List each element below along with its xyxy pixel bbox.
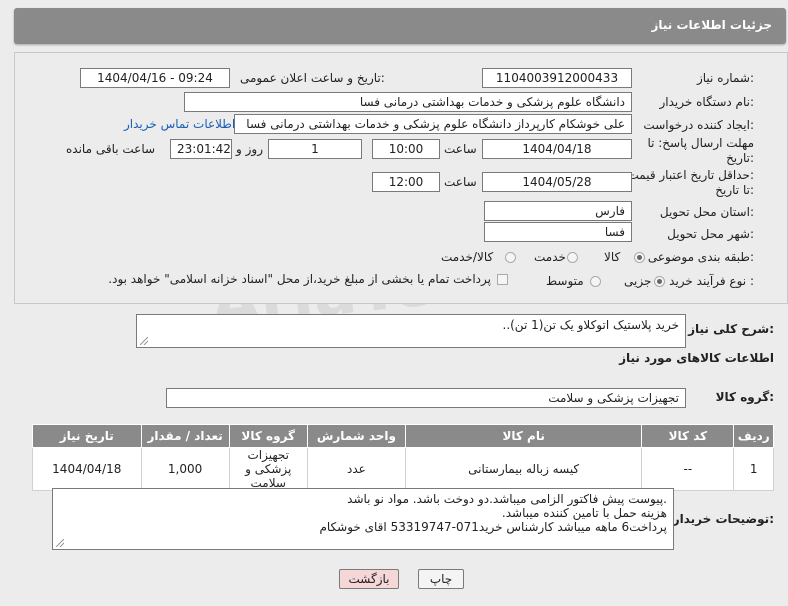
category-radio-goods[interactable] <box>634 252 645 263</box>
purchase-option-medium: متوسط <box>546 274 584 288</box>
goods-group-field: تجهیزات پزشکی و سلامت <box>166 388 686 408</box>
category-option-goods: کالا <box>604 250 621 264</box>
deadline-label: مهلت ارسال پاسخ: تا <box>647 136 754 150</box>
buyer-note-line: .پیوست پیش فاکتور الزامی میباشد.دو دوخت … <box>347 492 667 506</box>
col-row-header: ردیف <box>733 424 774 448</box>
table-row[interactable]: 1 -- کیسه زباله بیمارستانی عدد تجهیزات پ… <box>32 447 774 491</box>
category-radio-goods-service[interactable] <box>505 252 516 263</box>
validity-date-field: 1404/05/28 <box>482 172 632 192</box>
resize-grip-icon[interactable] <box>56 539 64 547</box>
city-field: فسا <box>484 222 632 242</box>
deadline-time-label: ساعت <box>444 142 477 156</box>
back-button[interactable]: بازگشت <box>339 569 399 589</box>
validity-time-field: 12:00 <box>372 172 440 192</box>
goods-group-label: گروه کالا: <box>715 390 774 404</box>
category-option-goods-service: کالا/خدمت <box>441 250 494 264</box>
province-field: فارس <box>484 201 632 221</box>
cell-qty: 1,000 <box>140 447 230 491</box>
cell-name: کیسه زباله بیمارستانی <box>405 447 643 491</box>
purchase-radio-medium[interactable] <box>590 276 601 287</box>
treasury-checkbox[interactable] <box>497 274 508 285</box>
validity-time-label: ساعت <box>444 175 477 189</box>
remaining-time-field: 23:01:42 <box>170 139 232 159</box>
requester-label: ایجاد کننده درخواست: <box>643 118 754 132</box>
requester-field: علی خوشکام کارپرداز دانشگاه علوم پزشکی و… <box>234 114 632 134</box>
purchase-radio-minor[interactable] <box>654 276 665 287</box>
buyer-note-line: پرداخت6 ماهه میباشد کارشناس خرید071-5331… <box>319 520 667 534</box>
buyer-note-line: هزینه حمل با تامین کننده میباشد. <box>501 506 667 520</box>
category-radio-service[interactable] <box>567 252 578 263</box>
deadline-label-2: تاریخ: <box>726 151 754 165</box>
description-label: شرح کلی نیاز: <box>688 322 774 336</box>
purchase-type-label: نوع فرآیند خرید : <box>669 274 754 288</box>
col-qty-header: تعداد / مقدار <box>140 424 230 448</box>
treasury-payment-note: پرداخت تمام یا بخشی از مبلغ خرید،از محل … <box>108 272 491 286</box>
cell-date: 1404/04/18 <box>32 447 142 491</box>
announce-date-label: تاریخ و ساعت اعلان عمومی: <box>240 71 385 85</box>
deadline-date-field: 1404/04/18 <box>482 139 632 159</box>
table-header-row: ردیف کد کالا نام کالا واحد شمارش گروه کا… <box>32 424 774 448</box>
page-title: جزئیات اطلاعات نیاز <box>651 18 772 32</box>
print-button[interactable]: چاپ <box>418 569 464 589</box>
col-unit-header: واحد شمارش <box>306 424 407 448</box>
price-validity-label: حداقل تاریخ اعتبار قیمت: <box>627 168 754 182</box>
deadline-time-field: 10:00 <box>372 139 440 159</box>
col-name-header: نام کالا <box>405 424 643 448</box>
cell-group: تجهیزات پزشکی و سلامت <box>228 447 308 491</box>
province-label: استان محل تحویل: <box>659 205 754 219</box>
cell-row: 1 <box>733 447 774 491</box>
col-code-header: کد کالا <box>641 424 735 448</box>
remaining-time-label: ساعت باقی مانده <box>66 142 156 156</box>
description-text: خرید پلاستیک اتوکلاو یک تن(1 تن).. <box>502 318 680 332</box>
description-textarea[interactable]: خرید پلاستیک اتوکلاو یک تن(1 تن).. <box>136 314 686 348</box>
buyer-org-label: نام دستگاه خریدار: <box>659 95 755 109</box>
goods-table: ردیف کد کالا نام کالا واحد شمارش گروه کا… <box>32 424 774 491</box>
resize-grip-icon[interactable] <box>140 337 148 345</box>
col-date-header: تاریخ نیاز <box>32 424 142 448</box>
cell-code: -- <box>641 447 735 491</box>
days-label: روز و <box>236 142 263 156</box>
buyer-contact-link[interactable]: اطلاعات تماس خریدار <box>124 117 235 131</box>
goods-section-title: اطلاعات کالاهای مورد نیاز <box>619 351 774 365</box>
buyer-notes-label: توضیحات خریدار: <box>672 512 774 526</box>
buyer-notes-textarea[interactable]: .پیوست پیش فاکتور الزامی میباشد.دو دوخت … <box>52 488 674 550</box>
city-label: شهر محل تحویل: <box>667 227 754 241</box>
days-remaining-field: 1 <box>268 139 362 159</box>
category-label: طبقه بندی موضوعی: <box>647 250 754 264</box>
announce-date-field: 1404/04/16 - 09:24 <box>80 68 230 88</box>
cell-unit: عدد <box>306 447 407 491</box>
category-option-service: خدمت <box>534 250 566 264</box>
price-validity-label-2: تا تاریخ: <box>715 183 754 197</box>
page-header: جزئیات اطلاعات نیاز <box>14 8 786 44</box>
need-number-label: شماره نیاز: <box>696 71 754 85</box>
purchase-option-minor: جزیی <box>624 274 652 288</box>
buyer-org-field: دانشگاه علوم پزشکی و خدمات بهداشتی درمان… <box>184 92 632 112</box>
need-number-field: 1104003912000433 <box>482 68 632 88</box>
col-group-header: گروه کالا <box>228 424 308 448</box>
